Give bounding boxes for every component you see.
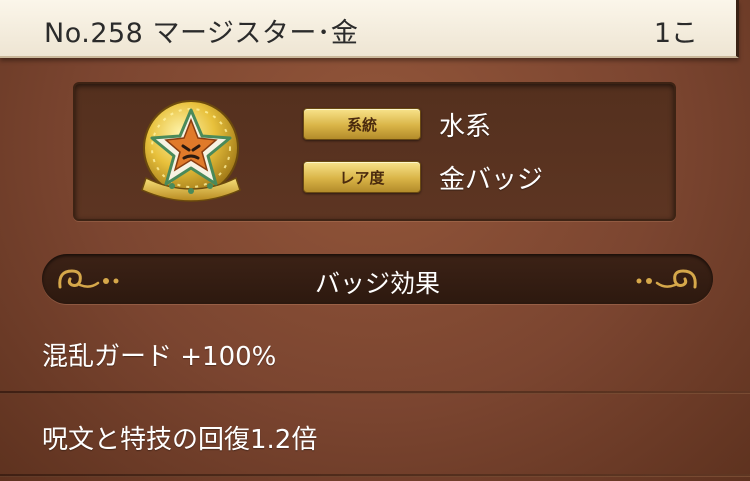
flourish-ornament-icon <box>636 269 697 289</box>
effect-text: 混乱ガード +100% <box>42 342 277 372</box>
gold-starfish-monster-badge-icon <box>141 100 241 202</box>
badge-effect-section-header: バッジ効果 <box>42 254 713 304</box>
category-value: 水系 <box>439 112 492 142</box>
row-divider <box>0 474 750 477</box>
item-count: 1こ <box>653 18 698 49</box>
item-header: No.258 マージスター･金 1こ <box>0 0 739 58</box>
effect-row: 呪文と特技の回復1.2倍 <box>0 395 750 479</box>
effect-text: 呪文と特技の回復1.2倍 <box>42 425 318 455</box>
section-title: バッジ効果 <box>314 269 440 298</box>
effect-row: 混乱ガード +100% <box>0 314 750 398</box>
rarity-value: 金バッジ <box>439 165 544 195</box>
category-tag: 系統 <box>303 108 421 140</box>
badge-info-panel: 系統 水系 レア度 金バッジ <box>73 82 676 221</box>
row-divider <box>0 391 750 394</box>
item-title: No.258 マージスター･金 <box>44 18 359 49</box>
rarity-tag: レア度 <box>303 161 421 193</box>
